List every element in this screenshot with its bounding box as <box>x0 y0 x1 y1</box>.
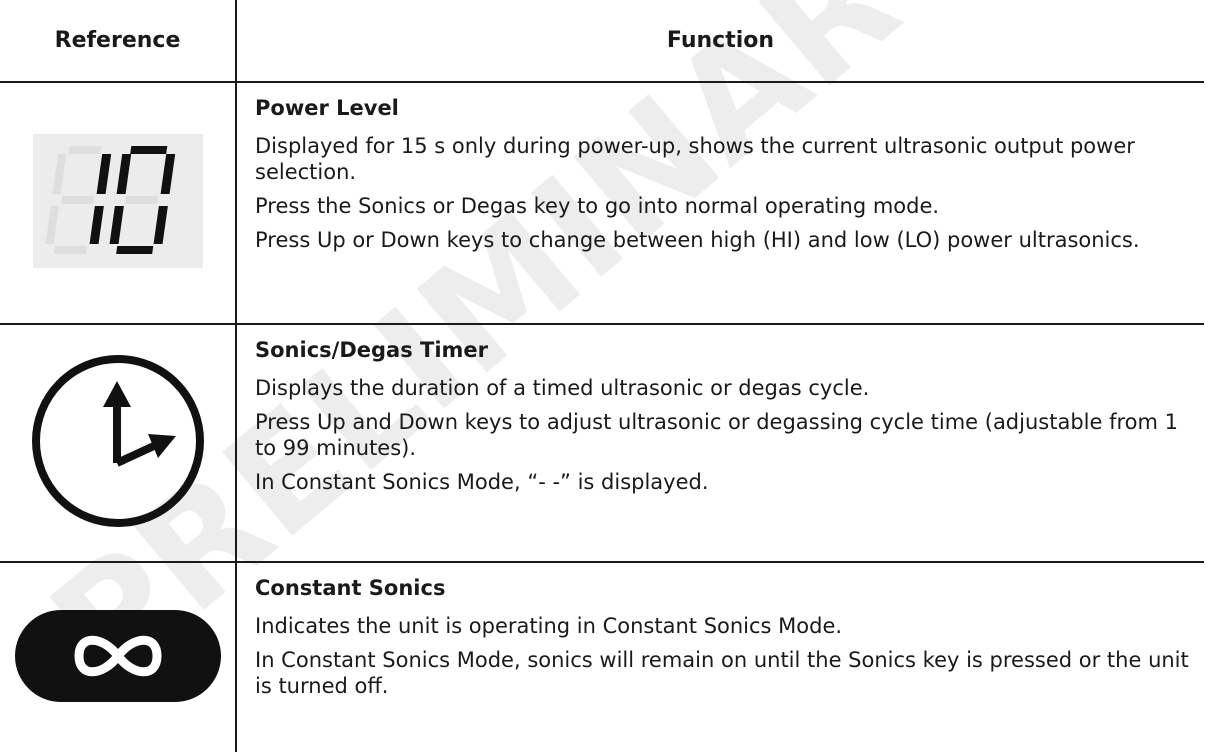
reference-cell <box>0 562 237 752</box>
row-title: Constant Sonics <box>255 576 446 600</box>
function-cell: Sonics/Degas Timer Displays the duration… <box>236 324 1204 563</box>
table-header-row: Reference Function <box>0 0 1204 83</box>
row-title: Power Level <box>255 96 399 120</box>
row-text: In Constant Sonics Mode, sonics will rem… <box>255 648 1189 698</box>
row-text: Press the Sonics or Degas key to go into… <box>255 194 940 218</box>
reference-table: Reference Function Power Level Displayed… <box>0 0 1204 752</box>
reference-cell <box>0 324 237 563</box>
table-row-timer: Sonics/Degas Timer Displays the duration… <box>0 324 1204 563</box>
row-text: Displayed for 15 s only during power-up,… <box>255 134 1135 184</box>
header-function: Function <box>236 0 1204 83</box>
clock-icon <box>31 355 204 527</box>
row-title: Sonics/Degas Timer <box>255 338 489 362</box>
row-text: Displays the duration of a timed ultraso… <box>255 376 870 400</box>
reference-cell <box>0 82 237 325</box>
header-reference: Reference <box>0 0 237 83</box>
row-text: Indicates the unit is operating in Const… <box>255 614 843 638</box>
table-row-power-level: Power Level Displayed for 15 s only duri… <box>0 82 1204 325</box>
seven-segment-display-icon <box>32 134 203 268</box>
row-text: In Constant Sonics Mode, “- -” is displa… <box>255 470 709 494</box>
infinity-icon <box>14 609 221 702</box>
function-cell: Power Level Displayed for 15 s only duri… <box>236 82 1204 325</box>
row-text: Press Up and Down keys to adjust ultraso… <box>255 410 1178 460</box>
function-cell: Constant Sonics Indicates the unit is op… <box>236 562 1204 752</box>
row-text: Press Up or Down keys to change between … <box>255 228 1140 252</box>
table-row-constant-sonics: Constant Sonics Indicates the unit is op… <box>0 562 1204 752</box>
